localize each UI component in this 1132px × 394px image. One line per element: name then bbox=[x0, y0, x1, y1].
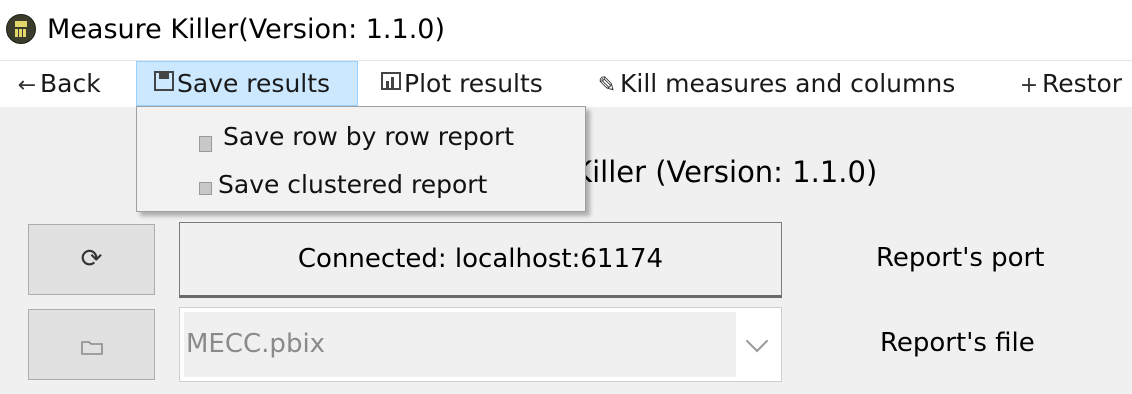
folder-icon bbox=[80, 341, 103, 355]
bar-chart-icon bbox=[378, 63, 404, 107]
menu-plot-results-label: Plot results bbox=[404, 69, 543, 98]
menu-back[interactable]: ← Back bbox=[14, 61, 101, 106]
document-icon bbox=[199, 182, 212, 195]
menu-save-results-label: Save results bbox=[177, 69, 331, 98]
menu-restore[interactable]: + Restor bbox=[1016, 61, 1122, 106]
plus-icon: + bbox=[1019, 73, 1039, 98]
refresh-icon: ⟳ bbox=[80, 244, 103, 274]
save-icon bbox=[151, 64, 177, 107]
menu-bar: ← Back Save results Plot results ✎ Kill me… bbox=[0, 60, 1132, 107]
menu-plot-results[interactable]: Plot results bbox=[378, 61, 543, 106]
report-port-label: Report's port bbox=[876, 243, 1045, 273]
calculator-icon bbox=[6, 14, 36, 44]
report-file-value: MECC.pbix bbox=[186, 329, 326, 359]
window-title: Measure Killer(Version: 1.1.0) bbox=[47, 14, 445, 45]
pen-icon: ✎ bbox=[597, 73, 617, 98]
save-clustered-report[interactable]: Save clustered report bbox=[218, 170, 487, 200]
document-icon bbox=[199, 136, 212, 152]
page-heading: e Killer (Version: 1.1.0) bbox=[546, 155, 878, 189]
report-file-label: Report's file bbox=[880, 328, 1035, 358]
save-row-by-row-report[interactable]: Save row by row report bbox=[223, 122, 514, 152]
browse-file-button[interactable] bbox=[28, 309, 155, 380]
save-results-dropdown: Save row by row report Save clustered re… bbox=[136, 106, 586, 212]
refresh-button[interactable]: ⟳ bbox=[28, 224, 155, 295]
title-bar: Measure Killer(Version: 1.1.0) bbox=[0, 0, 1132, 60]
menu-kill-measures-label: Kill measures and columns bbox=[620, 69, 956, 98]
back-arrow-icon: ← bbox=[17, 73, 37, 98]
menu-back-label: Back bbox=[40, 69, 101, 98]
chevron-down-icon[interactable] bbox=[745, 329, 769, 353]
connection-status[interactable]: Connected: localhost:61174 bbox=[179, 222, 782, 298]
menu-restore-label: Restor bbox=[1042, 69, 1123, 98]
report-file-select[interactable]: MECC.pbix bbox=[179, 307, 782, 382]
menu-kill-measures[interactable]: ✎ Kill measures and columns bbox=[594, 61, 955, 106]
menu-save-results[interactable]: Save results bbox=[136, 61, 358, 106]
